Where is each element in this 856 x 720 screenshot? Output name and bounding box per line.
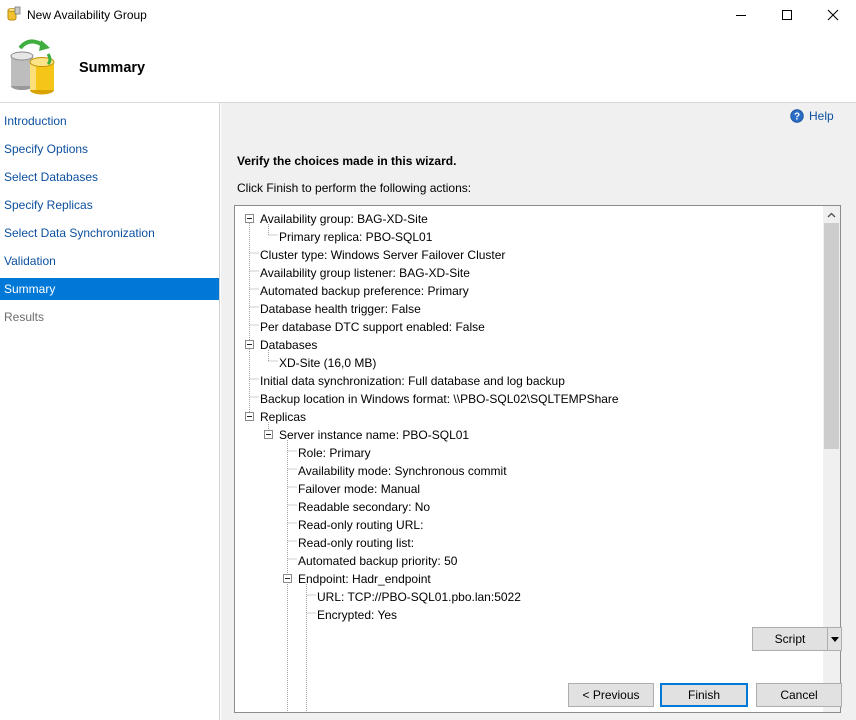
maximize-icon [782, 10, 792, 20]
tree-item: Encrypted: Yes [317, 608, 398, 622]
tree-item: URL: TCP://PBO-SQL01.pbo.lan:5022 [317, 590, 521, 604]
tree-item: Endpoint: Hadr_endpoint [298, 572, 431, 586]
window-title: New Availability Group [27, 8, 147, 22]
chevron-up-icon [827, 212, 836, 217]
finish-button[interactable]: Finish [660, 683, 748, 707]
database-sync-icon [10, 39, 55, 95]
tree-item: Primary replica: PBO-SQL01 [279, 230, 433, 244]
tree-item: XD-Site (16,0 MB) [279, 356, 377, 370]
script-button[interactable]: Script [752, 627, 828, 651]
sidebar-item-validation[interactable]: Validation [0, 250, 219, 272]
tree-item: Availability group: BAG-XD-Site [260, 212, 428, 226]
app-icon [7, 6, 21, 21]
minimize-button[interactable] [718, 0, 764, 30]
script-dropdown-button[interactable] [827, 627, 842, 651]
previous-button[interactable]: < Previous [568, 683, 654, 707]
sidebar-item-select-databases[interactable]: Select Databases [0, 166, 219, 188]
sidebar-item-specify-replicas[interactable]: Specify Replicas [0, 194, 219, 216]
svg-text:?: ? [794, 112, 800, 123]
tree-item: Role: Primary [298, 446, 371, 460]
tree-item: Server instance name: PBO-SQL01 [279, 428, 470, 442]
tree-item: Failover mode: Manual [298, 482, 421, 496]
instruction-text: Click Finish to perform the following ac… [237, 181, 472, 195]
tree-item: Read-only routing URL: [298, 518, 424, 532]
caret-down-icon [830, 636, 839, 642]
tree-collapse-icon[interactable] [283, 574, 292, 583]
tree-item: Readable secondary: No [298, 500, 431, 514]
help-label: Help [809, 109, 834, 123]
title-bar: New Availability Group [0, 0, 856, 30]
main-panel: ? Help Verify the choices made in this w… [221, 103, 856, 720]
tree-collapse-icon[interactable] [245, 340, 254, 349]
close-button[interactable] [810, 0, 856, 30]
summary-tree[interactable]: Availability group: BAG-XD-Site Primary … [234, 205, 841, 713]
sidebar-item-results: Results [4, 310, 45, 324]
sidebar-item-introduction[interactable]: Introduction [0, 110, 219, 132]
verify-heading: Verify the choices made in this wizard. [237, 154, 457, 168]
tree-item: Per database DTC support enabled: False [260, 320, 485, 334]
help-icon: ? [790, 109, 804, 123]
tree-item: Availability group listener: BAG-XD-Site [260, 266, 470, 280]
tree-item: Read-only routing list: [298, 536, 415, 550]
tree-collapse-icon[interactable] [245, 214, 254, 223]
page-title: Summary [79, 60, 146, 76]
tree-item: Automated backup preference: Primary [260, 284, 469, 298]
tree-item: Databases [260, 338, 318, 352]
maximize-button[interactable] [764, 0, 810, 30]
tree-item: Backup location in Windows format: \\PBO… [260, 392, 619, 406]
tree-item: Availability mode: Synchronous commit [298, 464, 507, 478]
sidebar-item-specify-options[interactable]: Specify Options [0, 138, 219, 160]
wizard-header: Summary [0, 30, 856, 102]
help-link[interactable]: ? Help [790, 109, 834, 123]
tree-item: Database health trigger: False [260, 302, 421, 316]
sidebar-item-summary[interactable]: Summary [0, 278, 219, 300]
tree-collapse-icon[interactable] [245, 412, 254, 421]
tree-item: Initial data synchronization: Full datab… [260, 374, 565, 388]
tree-item: Cluster type: Windows Server Failover Cl… [260, 248, 506, 262]
wizard-steps-sidebar: Introduction Specify Options Select Data… [0, 103, 220, 720]
tree-item: Replicas [260, 410, 307, 424]
tree-collapse-icon[interactable] [264, 430, 273, 439]
cancel-button[interactable]: Cancel [756, 683, 842, 707]
sidebar-item-select-data-synchronization[interactable]: Select Data Synchronization [0, 222, 219, 244]
close-icon [827, 9, 839, 21]
minimize-icon [736, 15, 746, 16]
tree-item: Automated backup priority: 50 [298, 554, 458, 568]
scroll-thumb[interactable] [824, 223, 839, 449]
scroll-up-button[interactable] [823, 206, 840, 223]
